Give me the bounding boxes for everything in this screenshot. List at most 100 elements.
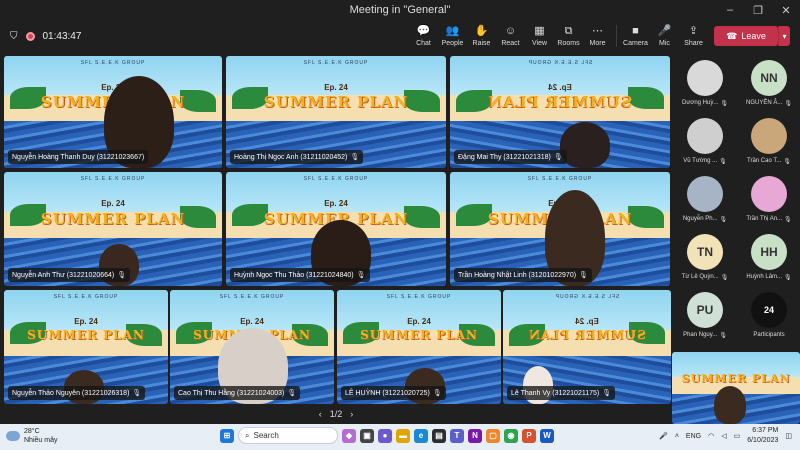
people-button[interactable]: 👥 People <box>438 20 467 52</box>
close-button[interactable]: ✕ <box>772 0 800 20</box>
roster-participant[interactable]: HH Huỳnh Lâm... 🎙 <box>738 226 800 284</box>
weather-widget[interactable]: 28°C Nhiều mây <box>6 427 57 445</box>
chrome-icon[interactable]: ◉ <box>504 428 518 443</box>
title-bar: Meeting in "General" – ❐ ✕ <box>0 0 800 20</box>
video-tile[interactable]: SFL S.E.E.K GROUP Ep. 24 SUMMER PLAN Huỳnh … <box>226 172 446 286</box>
volume-icon[interactable]: ◁ <box>721 432 726 440</box>
participant-name-label: Hoàng Thị Ngọc Anh (31211020452) 🎙 <box>230 150 364 164</box>
taskbar-search[interactable]: ⌕ Search <box>238 427 338 444</box>
roster-name: Trần Cao T... <box>747 158 782 164</box>
mic-muted-icon: 🎙 <box>784 101 792 107</box>
chevron-up-icon[interactable]: ˄ <box>675 433 679 440</box>
start-icon[interactable]: ⊞ <box>220 428 234 443</box>
roster-participant[interactable]: PU Phan Nguy... 🎙 <box>674 284 736 342</box>
minimize-button[interactable]: – <box>716 0 744 20</box>
view-button[interactable]: ▦ View <box>525 20 554 52</box>
roster-name-row: Vũ Tường ... 🎙 <box>683 158 726 165</box>
previous-page-icon[interactable]: ‹ <box>319 409 322 419</box>
camera-icon: ■ <box>632 25 639 37</box>
phone-icon: ☎ <box>726 30 738 41</box>
share-button[interactable]: ⇪ Share <box>679 20 708 52</box>
react-icon: ☺ <box>504 25 517 37</box>
onenote-icon[interactable]: N <box>468 428 482 443</box>
notification-icon[interactable]: ◫ <box>785 432 792 440</box>
participant-name-label: Trần Hoàng Nhật Linh (31201022970) 🎙 <box>454 268 592 282</box>
page-indicator: 1/2 <box>329 409 343 419</box>
clock-time: 6:37 PM <box>752 427 779 434</box>
clock[interactable]: 6:37 PM 6/10/2023 <box>747 426 778 446</box>
cloud-icon <box>6 431 20 441</box>
battery-icon[interactable]: ▭ <box>734 432 741 440</box>
roster-participant[interactable]: Trần Cao T... 🎙 <box>738 110 800 168</box>
summer-plan-title: SUMMER PLAN <box>27 327 145 342</box>
group-tag: SFL S.E.E.K GROUP <box>527 176 593 182</box>
mic-button[interactable]: 🎤 Mic <box>650 20 679 52</box>
language-indicator[interactable]: ENG <box>686 433 701 440</box>
chat-button[interactable]: 💬 Chat <box>409 20 438 52</box>
participant-name-label: Nguyễn Thảo Nguyên (31221026318) 🎙 <box>8 386 146 400</box>
video-tile[interactable]: SFL S.E.E.K GROUPEp. 24SUMMER PLANTrần H… <box>450 172 670 286</box>
video-tile[interactable]: SFL S.E.E.K GROUPEp. 24SUMMER PLANNguyễn… <box>4 290 168 404</box>
participant-name: Lê Thanh Vy (31221021175) <box>511 389 600 397</box>
roster-name: Huỳnh Lâm... <box>746 274 783 280</box>
summer-plan-title: SUMMER PLAN <box>487 92 633 111</box>
video-tile[interactable]: SFL S.E.E.K GROUP Ep. 24 SUMMER PLAN Đặng M… <box>450 56 670 168</box>
widgets-icon[interactable]: ◆ <box>342 428 356 443</box>
file-explorer-icon[interactable]: ▬ <box>396 428 410 443</box>
video-tile[interactable]: SFL S.E.E.K GROUPEp. 24SUMMER PLANNguyễn… <box>4 172 222 286</box>
episode-label: Ep. 24 <box>240 317 264 327</box>
camera-button[interactable]: ■ Camera <box>621 20 650 52</box>
chat-app-icon[interactable]: ● <box>378 428 392 443</box>
roster-participant[interactable]: Dương Huỳ... 🎙 <box>674 52 736 110</box>
mic-muted-icon: 🎙 <box>350 154 360 161</box>
edge-icon[interactable]: e <box>414 428 428 443</box>
mic-muted-icon: 🎙 <box>432 390 442 397</box>
video-tile[interactable]: SFL S.E.E.K GROUP Ep. 24 SUMMER PLAN Lê Tha… <box>503 290 671 404</box>
mic-muted-icon: 🎙 <box>132 390 142 397</box>
roster-participant[interactable]: Vũ Tường ... 🎙 <box>674 110 736 168</box>
wifi-icon[interactable]: ◠ <box>708 432 714 440</box>
roster-name: NGUYỄN Â... <box>746 100 783 106</box>
react-button[interactable]: ☺ React <box>496 20 525 52</box>
weather-temp: 28°C <box>24 428 40 435</box>
weather-desc: Nhiều mây <box>24 437 58 444</box>
video-tile[interactable]: SFL S.E.E.K GROUP Ep. 24 SUMMER PLAN Hoàng … <box>226 56 446 168</box>
roster-participant[interactable]: NN NGUYỄN Â... 🎙 <box>738 52 800 110</box>
next-page-icon[interactable]: › <box>350 409 353 419</box>
mic-tray-icon[interactable]: 🎤 <box>659 432 668 440</box>
mic-muted-icon: 🎙 <box>719 159 727 165</box>
store-icon[interactable]: ▤ <box>432 428 446 443</box>
participant-name: Nguyễn Thảo Nguyên (31221026318) <box>12 389 130 397</box>
participants-button[interactable]: 24 Participants <box>738 284 800 342</box>
roster-participant[interactable]: Trần Thị An... 🎙 <box>738 168 800 226</box>
task-view-icon[interactable]: ▣ <box>360 428 374 443</box>
mic-muted-icon: 🎙 <box>287 390 297 397</box>
participant-name: Hoàng Thị Ngọc Anh (31211020452) <box>234 153 348 161</box>
more-button[interactable]: ⋯ More <box>583 20 612 52</box>
teams-icon[interactable]: T <box>450 428 464 443</box>
video-tile[interactable]: SFL S.E.E.K GROUPEp. 24SUMMER PLANNguyễn… <box>4 56 222 168</box>
window-title: Meeting in "General" <box>349 4 451 16</box>
camera-label: Camera <box>623 39 648 47</box>
leave-button[interactable]: ☎ Leave <box>714 26 778 46</box>
episode-label: Ep. 24 <box>74 317 98 327</box>
video-tile[interactable]: SFL S.E.E.K GROUP Ep. 24 SUMMER PLAN Cao Th… <box>170 290 334 404</box>
roster-participant[interactable]: TN Từ Lê Quỳn... 🎙 <box>674 226 736 284</box>
self-view-title: SUMMER PLAN <box>681 372 791 386</box>
mic-icon: 🎤 <box>657 25 672 37</box>
maximize-button[interactable]: ❐ <box>744 0 772 20</box>
participant-name: Đặng Mai Thy (31221021318) <box>458 153 551 161</box>
raise-hand-icon: ✋ <box>474 25 489 37</box>
rooms-button[interactable]: ⧉ Rooms <box>554 20 583 52</box>
react-label: React <box>501 39 520 47</box>
raise-hand-button[interactable]: ✋ Raise <box>467 20 496 52</box>
word-icon[interactable]: W <box>540 428 554 443</box>
self-view-video[interactable]: SUMMER PLAN <box>672 352 800 424</box>
roster-participant[interactable]: Nguyễn Ph... 🎙 <box>674 168 736 226</box>
video-tile[interactable]: SFL S.E.E.K GROUP Ep. 24 SUMMER PLAN LÊ HUỲ… <box>337 290 501 404</box>
leave-options-chevron-icon[interactable]: ▾ <box>778 26 790 46</box>
roster-name-row: Trần Thị An... 🎙 <box>746 216 791 223</box>
ppt-orange-icon[interactable]: ▢ <box>486 428 500 443</box>
leave-label: Leave <box>741 31 766 41</box>
powerpoint-icon[interactable]: P <box>522 428 536 443</box>
